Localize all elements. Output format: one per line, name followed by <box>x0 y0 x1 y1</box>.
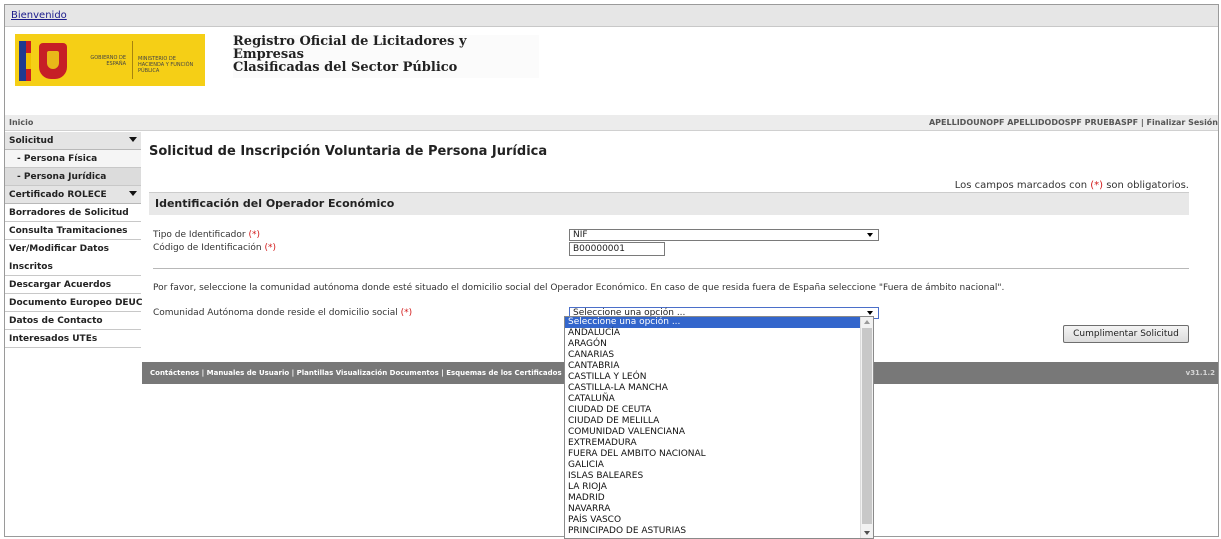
logo-ministerio-text: MINISTERIO DE HACIENDA Y FUNCIÓN PÚBLICA <box>138 56 194 74</box>
dropdown-scrollbar[interactable] <box>860 317 873 538</box>
site-title: Registro Oficial de Licitadores y Empres… <box>233 35 539 78</box>
chevron-down-icon[interactable] <box>129 137 137 142</box>
nav-bar: Inicio APELLIDOUNOPF APELLIDODOSPF PRUEB… <box>5 115 1218 131</box>
sidebar-item-deuc[interactable]: Documento Europeo DEUC <box>5 294 142 312</box>
dropdown-option[interactable]: CATALUÑA <box>565 394 862 405</box>
field-label: Tipo de Identificador <box>153 230 249 240</box>
cumplimentar-button[interactable]: Cumplimentar Solicitud <box>1063 325 1189 343</box>
version-label: v31.1.2 <box>1185 369 1215 377</box>
required-mark: (*) <box>1090 180 1104 191</box>
user-info: APELLIDOUNOPF APELLIDODOSPF PRUEBASPF | … <box>929 118 1218 127</box>
scrollbar-thumb[interactable] <box>862 328 872 524</box>
dropdown-option[interactable]: COMUNIDAD VALENCIANA <box>565 427 862 438</box>
dropdown-option[interactable]: CASTILLA-LA MANCHA <box>565 383 862 394</box>
coat-of-arms-icon <box>39 43 67 79</box>
dropdown-option[interactable]: MADRID <box>565 493 862 504</box>
welcome-bar: Bienvenido <box>5 5 1218 27</box>
comunidad-label: Comunidad Autónoma donde reside el domic… <box>153 308 412 318</box>
dropdown-option[interactable]: FUERA DEL AMBITO NACIONAL <box>565 449 862 460</box>
dropdown-option[interactable]: EXTREMADURA <box>565 438 862 449</box>
required-mark: (*) <box>248 230 260 240</box>
sidebar-item-contacto[interactable]: Datos de Contacto <box>5 312 141 330</box>
site-header: GOBIERNO DE ESPAÑA MINISTERIO DE HACIEND… <box>5 27 1218 115</box>
user-separator: | <box>1138 118 1147 127</box>
sidebar-item-certificado[interactable]: Certificado ROLECE <box>5 186 141 204</box>
select-value: NIF <box>573 230 588 240</box>
codigo-identificacion-label: Código de Identificación (*) <box>153 243 276 253</box>
required-note-prefix: Los campos marcados con <box>954 180 1091 191</box>
scroll-down-icon[interactable] <box>864 531 870 535</box>
required-mark: (*) <box>400 308 413 318</box>
dropdown-option[interactable]: CIUDAD DE MELILLA <box>565 416 862 427</box>
codigo-identificacion-input[interactable]: B00000001 <box>569 242 665 256</box>
tipo-identificador-select[interactable]: NIF <box>569 229 879 241</box>
welcome-link[interactable]: Bienvenido <box>11 10 67 21</box>
chevron-down-icon <box>867 311 873 315</box>
sidebar-item-descargar[interactable]: Descargar Acuerdos <box>5 276 141 294</box>
sidebar-menu: Solicitud - Persona Física - Persona Jur… <box>5 132 142 348</box>
dropdown-option[interactable]: CIUDAD DE CEUTA <box>565 405 862 416</box>
sidebar-item-label: Inscritos <box>9 262 53 272</box>
sidebar-item-label: Solicitud <box>9 136 54 146</box>
logo-gobierno-text: GOBIERNO DE ESPAÑA <box>90 55 126 67</box>
dropdown-option[interactable]: CANARIAS <box>565 350 862 361</box>
site-title-line1: Registro Oficial de Licitadores y Empres… <box>233 34 467 62</box>
sidebar-item-ver-modificar[interactable]: Ver/Modificar Datos Inscritos <box>5 240 141 276</box>
dropdown-option[interactable]: ANDALUCÍA <box>565 328 862 339</box>
required-mark: (*) <box>264 243 277 253</box>
sidebar-item-solicitud[interactable]: Solicitud <box>5 132 141 150</box>
home-link[interactable]: Inicio <box>9 118 33 127</box>
required-note-suffix: son obligatorios. <box>1103 180 1189 191</box>
section-header: Identificación del Operador Económico <box>149 192 1189 215</box>
dropdown-option[interactable]: Seleccione una opción ... <box>565 317 862 328</box>
dropdown-option[interactable]: PAÍS VASCO <box>565 515 862 526</box>
sidebar-item-utes[interactable]: Interesados UTEs <box>5 330 141 348</box>
dropdown-option[interactable]: NAVARRA <box>565 504 862 515</box>
logo-divider <box>132 41 133 79</box>
option-list: Seleccione una opción ... ANDALUCÍA ARAGÓN… <box>565 317 862 537</box>
user-name: APELLIDOUNOPF APELLIDODOSPF PRUEBASPF <box>928 118 1139 127</box>
site-title-line2: Clasificadas del Sector Público <box>233 60 458 75</box>
sidebar-item-label: Ver/Modificar Datos <box>9 244 110 254</box>
chevron-down-icon[interactable] <box>129 191 137 196</box>
dropdown-option[interactable]: GALICIA <box>565 460 862 471</box>
dropdown-option[interactable]: CASTILLA Y LEÓN <box>565 372 862 383</box>
chevron-down-icon <box>867 233 873 237</box>
eu-spain-flag-icon <box>19 41 31 81</box>
government-logo[interactable]: GOBIERNO DE ESPAÑA MINISTERIO DE HACIEND… <box>15 34 205 86</box>
sidebar-item-consulta[interactable]: Consulta Tramitaciones <box>5 222 141 240</box>
required-note: Los campos marcados con (*) son obligato… <box>955 180 1189 191</box>
field-label: Comunidad Autónoma donde reside el domic… <box>153 308 401 318</box>
section-title: Identificación del Operador Económico <box>155 197 395 210</box>
scroll-up-icon[interactable] <box>864 320 870 324</box>
field-label: Código de Identificación <box>153 243 265 253</box>
footer-links[interactable]: Contáctenos | Manuales de Usuario | Plan… <box>150 369 562 377</box>
tipo-identificador-label: Tipo de Identificador (*) <box>153 230 260 240</box>
comunidad-dropdown-list[interactable]: Seleccione una opción ... ANDALUCÍA ARAGÓN… <box>564 316 874 539</box>
dropdown-option[interactable]: PRINCIPADO DE ASTURIAS <box>565 526 862 537</box>
page-title: Solicitud de Inscripción Voluntaria de P… <box>149 144 548 159</box>
divider <box>153 268 1189 269</box>
sidebar-item-borradores[interactable]: Borradores de Solicitud <box>5 204 141 222</box>
info-text: Por favor, seleccione la comunidad autón… <box>153 283 1005 293</box>
sidebar-item-label: Certificado ROLECE <box>9 190 107 200</box>
logout-link[interactable]: Finalizar Sesión <box>1147 118 1218 127</box>
dropdown-option[interactable]: CANTABRIA <box>565 361 862 372</box>
sidebar-item-persona-fisica[interactable]: - Persona Física <box>5 150 141 168</box>
dropdown-option[interactable]: ISLAS BALEARES <box>565 471 862 482</box>
dropdown-option[interactable]: LA RIOJA <box>565 482 862 493</box>
dropdown-option[interactable]: ARAGÓN <box>565 339 862 350</box>
sidebar-item-persona-juridica[interactable]: - Persona Jurídica <box>5 168 141 186</box>
